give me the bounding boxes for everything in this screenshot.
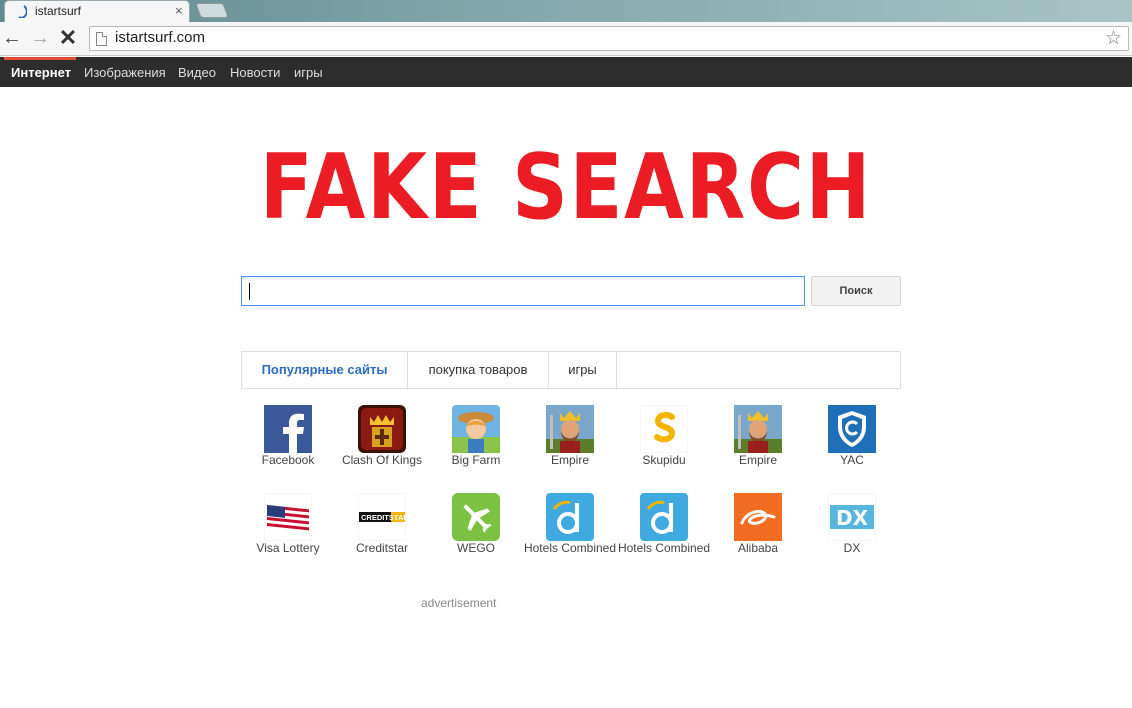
tile-hotels-combined-2[interactable]: Hotels Combined	[614, 493, 714, 563]
tile-yac[interactable]: YAC	[802, 405, 902, 475]
loading-spinner-icon	[18, 5, 27, 18]
tab-popular-sites[interactable]: Популярные сайты	[242, 352, 408, 388]
url-text[interactable]: istartsurf.com	[115, 29, 205, 46]
tile-label: Skupidu	[642, 453, 686, 467]
new-tab-button[interactable]	[195, 3, 229, 18]
tile-big-farm[interactable]: Big Farm	[426, 405, 526, 475]
category-tabs: Популярные сайты покупка товаров игры	[241, 351, 901, 389]
tile-label: DX	[843, 541, 861, 555]
creditstar-icon: CREDITSTAR	[358, 493, 406, 541]
tile-empire-2[interactable]: Empire	[708, 405, 808, 475]
site-nav-bar: Интернет Изображения Видео Новости игры	[0, 57, 1132, 87]
tile-alibaba[interactable]: Alibaba	[708, 493, 808, 563]
tile-clash-of-kings[interactable]: Clash Of Kings	[332, 405, 432, 475]
empire-icon	[734, 405, 782, 453]
page-icon	[96, 32, 107, 46]
bookmark-star-icon[interactable]: ☆	[1105, 27, 1122, 50]
nav-images[interactable]: Изображения	[84, 65, 166, 80]
tile-empire[interactable]: Empire	[520, 405, 620, 475]
skupidu-icon	[640, 405, 688, 453]
search-button[interactable]: Поиск	[811, 276, 901, 306]
empire-icon	[546, 405, 594, 453]
tile-dx[interactable]: DX DX	[802, 493, 902, 563]
tile-label: Facebook	[261, 453, 315, 467]
tab-shopping[interactable]: покупка товаров	[408, 352, 549, 388]
hotels-combined-icon	[546, 493, 594, 541]
tile-creditstar[interactable]: CREDITSTAR Creditstar	[332, 493, 432, 563]
tab-close-icon[interactable]: ×	[175, 3, 183, 18]
browser-tab[interactable]: istartsurf ×	[4, 0, 190, 22]
us-flag-icon	[264, 493, 312, 541]
tile-label: Empire	[550, 453, 589, 467]
tile-facebook[interactable]: Facebook	[238, 405, 338, 475]
hotels-combined-icon	[640, 493, 688, 541]
nav-video[interactable]: Видео	[178, 65, 216, 80]
site-logo: FAKE SEARCH	[259, 135, 873, 240]
nav-internet[interactable]: Интернет	[11, 65, 71, 80]
tile-label: WEGO	[457, 541, 495, 555]
nav-games[interactable]: игры	[294, 65, 323, 80]
back-arrow-icon[interactable]: ←	[0, 27, 24, 51]
tab-games[interactable]: игры	[549, 352, 617, 388]
active-nav-indicator	[4, 57, 76, 60]
browser-tab-strip: istartsurf ×	[0, 0, 1132, 22]
tile-label: Alibaba	[737, 541, 779, 555]
browser-toolbar: ← → ✕ istartsurf.com ☆	[0, 22, 1132, 56]
tile-label: Clash Of Kings	[341, 453, 423, 467]
clash-of-kings-icon	[358, 405, 406, 453]
tile-label: Creditstar	[355, 541, 408, 555]
tile-label: Visa Lottery	[256, 541, 320, 555]
address-bar[interactable]: istartsurf.com ☆	[89, 26, 1129, 51]
alibaba-icon	[734, 493, 782, 541]
tile-visa-lottery[interactable]: Visa Lottery	[238, 493, 338, 563]
big-farm-icon	[452, 405, 500, 453]
tile-label: Empire	[738, 453, 777, 467]
nav-news[interactable]: Новости	[230, 65, 280, 80]
tile-skupidu[interactable]: Skupidu	[614, 405, 714, 475]
tile-hotels-combined[interactable]: Hotels Combined	[520, 493, 620, 563]
svg-text:DX: DX	[836, 506, 869, 530]
forward-arrow-icon[interactable]: →	[28, 27, 52, 51]
wego-plane-icon	[452, 493, 500, 541]
stop-loading-icon[interactable]: ✕	[56, 27, 80, 51]
tile-wego[interactable]: WEGO	[426, 493, 526, 563]
text-caret	[249, 283, 250, 300]
tab-title: istartsurf	[35, 4, 82, 18]
svg-text:CREDITSTAR: CREDITSTAR	[361, 513, 406, 522]
tile-label: Hotels Combined	[523, 541, 617, 555]
tile-label: Big Farm	[451, 453, 501, 467]
yac-shield-icon	[828, 405, 876, 453]
tile-label: YAC	[840, 453, 864, 467]
tile-label: Hotels Combined	[617, 541, 711, 555]
advertisement-label: advertisement	[421, 596, 497, 610]
dx-icon: DX	[828, 493, 876, 541]
facebook-icon	[264, 405, 312, 453]
search-input[interactable]	[241, 276, 805, 306]
